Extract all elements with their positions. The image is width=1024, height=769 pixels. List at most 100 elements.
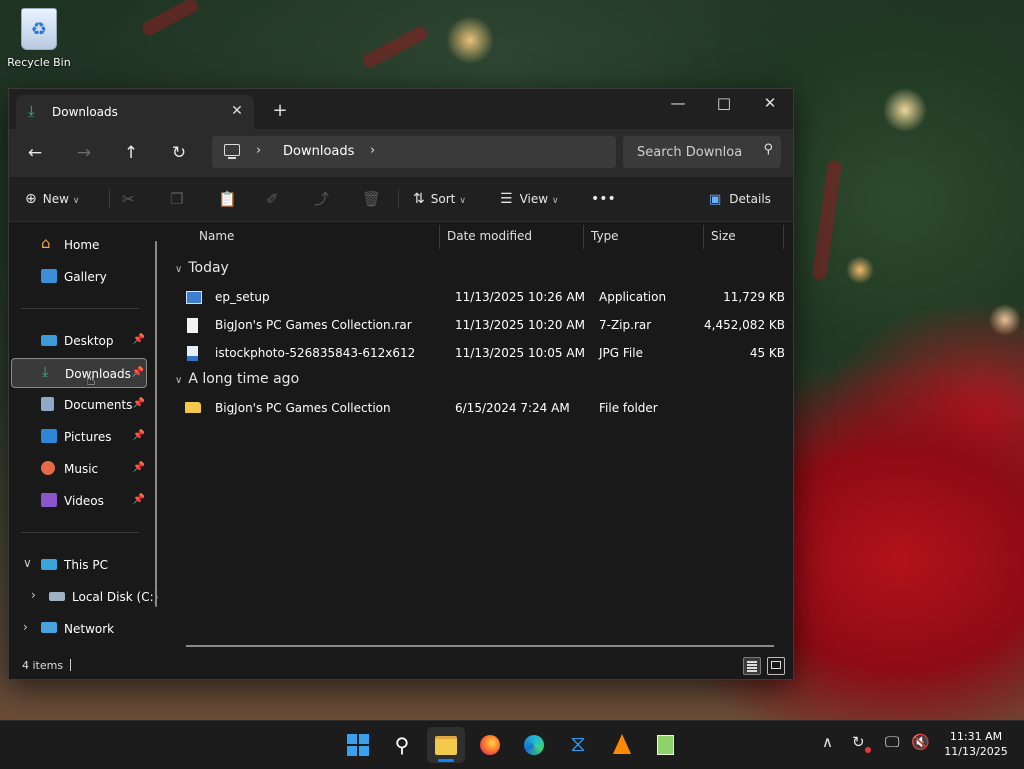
sidebar-item-gallery[interactable]: Gallery — [11, 262, 147, 292]
refresh-button[interactable]: ↻ — [164, 138, 194, 168]
column-divider[interactable] — [439, 225, 440, 249]
rename-button[interactable]: ✐ — [266, 185, 279, 213]
taskbar-vlc[interactable] — [603, 727, 641, 763]
file-date: 11/13/2025 10:05 AM — [455, 346, 585, 360]
details-button[interactable]: ▣ Details — [709, 185, 771, 213]
sidebar-item-local-disk[interactable]: › Local Disk (C:) — [19, 582, 159, 612]
sidebar-divider — [21, 308, 139, 309]
close-window-button[interactable]: ✕ — [747, 89, 793, 119]
details-view-icon[interactable] — [743, 657, 761, 675]
pin-icon[interactable]: 📌 — [133, 334, 145, 345]
chevron-right-icon[interactable]: › — [256, 143, 261, 158]
table-row[interactable]: BigJon's PC Games Collection 6/15/2024 7… — [183, 394, 783, 422]
search-input[interactable] — [623, 136, 757, 168]
sidebar-item-pictures[interactable]: Pictures 📌 — [11, 422, 147, 452]
sidebar-item-home[interactable]: ⌂ Home — [11, 230, 147, 260]
search-icon[interactable]: ⚲ — [763, 142, 773, 157]
system-clock[interactable]: 11:31 AM 11/13/2025 — [938, 729, 1014, 759]
more-options-button[interactable]: ••• — [591, 185, 616, 213]
back-button[interactable]: ← — [20, 138, 50, 168]
clock-time: 11:31 AM — [949, 730, 1003, 743]
column-header-date[interactable]: Date modified — [447, 222, 532, 250]
pin-icon[interactable]: 📌 — [133, 430, 145, 441]
this-pc-icon[interactable] — [224, 144, 240, 159]
sidebar-item-documents[interactable]: Documents 📌 — [11, 390, 147, 420]
new-button[interactable]: ⊕ New ∨ — [25, 185, 80, 213]
sidebar-item-music[interactable]: Music 📌 — [11, 454, 147, 484]
chevron-down-icon[interactable]: ∨ — [175, 375, 182, 386]
taskbar-firefox[interactable] — [471, 727, 509, 763]
tab-downloads[interactable]: ⤓ Downloads ✕ — [16, 95, 254, 129]
horizontal-scrollbar[interactable] — [186, 645, 774, 647]
chevron-right-icon[interactable]: › — [370, 143, 375, 158]
share-button[interactable]: ⤴ — [314, 185, 329, 213]
table-row[interactable]: ep_setup 11/13/2025 10:26 AM Application… — [183, 283, 785, 311]
group-label: Today — [188, 260, 229, 276]
sidebar-item-network[interactable]: › Network — [11, 614, 147, 644]
sidebar-item-label: Downloads — [65, 367, 131, 381]
taskbar-search-icon[interactable]: ⚲ — [383, 727, 421, 763]
wallpaper-decoration — [360, 24, 430, 70]
view-label: View — [519, 192, 549, 206]
new-tab-button[interactable]: + — [267, 98, 293, 124]
view-button[interactable]: ☰ View ∨ — [500, 185, 559, 213]
pin-icon[interactable]: 📌 — [133, 398, 145, 409]
sidebar-item-videos[interactable]: Videos 📌 — [11, 486, 147, 516]
column-header-name[interactable]: Name — [199, 222, 234, 250]
taskbar-notepad[interactable] — [647, 727, 685, 763]
pin-icon[interactable]: 📌 — [133, 462, 145, 473]
wallpaper-decoration — [811, 159, 843, 281]
up-button[interactable]: ↑ — [116, 138, 146, 168]
breadcrumb-downloads[interactable]: Downloads — [283, 144, 354, 159]
volume-muted-icon[interactable]: 🔇 — [911, 733, 930, 751]
start-button[interactable] — [339, 727, 377, 763]
plus-circle-icon: ⊕ — [25, 191, 37, 207]
search-box[interactable]: ⚲ — [623, 136, 781, 168]
sort-button[interactable]: ⇅ Sort ∨ — [413, 185, 466, 213]
network-status-icon[interactable]: 🖵 — [885, 733, 899, 751]
recycle-bin-label: Recycle Bin — [7, 56, 71, 69]
column-divider[interactable] — [703, 225, 704, 249]
maximize-button[interactable]: □ — [701, 89, 747, 119]
chevron-down-icon[interactable]: ∨ — [175, 264, 182, 275]
cut-button[interactable]: ✂ — [122, 185, 135, 213]
file-name: BigJon's PC Games Collection — [215, 401, 391, 415]
table-row[interactable]: BigJon's PC Games Collection.rar 11/13/2… — [183, 311, 785, 339]
image-file-icon — [187, 346, 198, 361]
sync-icon[interactable]: ↻ — [852, 733, 865, 751]
chevron-right-icon[interactable]: › — [31, 588, 36, 602]
table-row[interactable]: istockphoto-526835843-612x612 11/13/2025… — [183, 339, 785, 367]
sidebar-scrollbar[interactable] — [155, 241, 157, 607]
taskbar-vscode-icon[interactable]: ⧖ — [559, 727, 597, 763]
videos-icon — [41, 493, 57, 507]
chevron-down-icon[interactable]: ∨ — [23, 556, 32, 570]
pin-icon[interactable]: 📌 — [133, 494, 145, 505]
recycle-bin[interactable]: Recycle Bin — [6, 8, 72, 69]
show-hidden-icons-chevron-up-icon[interactable]: ∧ — [822, 733, 833, 751]
forward-button[interactable]: → — [69, 138, 99, 168]
sidebar-item-label: Pictures — [64, 430, 112, 444]
column-divider[interactable] — [783, 225, 784, 249]
minimize-button[interactable]: — — [655, 89, 701, 119]
sidebar-item-downloads[interactable]: ⤓ Downloads 📌 ☝ — [11, 358, 147, 389]
taskbar: ⚲ ⧖ ∧ ↻ 🖵 🔇 11:31 AM 11/13/2025 — [0, 720, 1024, 769]
column-header-size[interactable]: Size — [711, 222, 736, 250]
pin-icon[interactable]: 📌 — [132, 367, 144, 378]
group-header-long-time-ago[interactable]: ∨ A long time ago — [175, 371, 299, 387]
group-header-today[interactable]: ∨ Today — [175, 260, 229, 276]
chevron-right-icon[interactable]: › — [23, 620, 28, 634]
column-divider[interactable] — [583, 225, 584, 249]
copy-button[interactable]: ❐ — [170, 185, 183, 213]
delete-button[interactable]: 🗑 — [362, 185, 381, 213]
taskbar-file-explorer[interactable] — [427, 727, 465, 763]
taskbar-edge[interactable] — [515, 727, 553, 763]
close-tab-icon[interactable]: ✕ — [226, 100, 248, 122]
paste-button[interactable]: 📋 — [218, 185, 237, 213]
folder-icon — [185, 402, 201, 413]
sort-icon: ⇅ — [413, 191, 425, 207]
large-icons-view-icon[interactable] — [767, 657, 785, 675]
sidebar-item-this-pc[interactable]: ∨ This PC — [11, 550, 147, 580]
sidebar-item-desktop[interactable]: Desktop 📌 — [11, 326, 147, 356]
address-bar[interactable]: › Downloads › — [212, 136, 616, 168]
column-header-type[interactable]: Type — [591, 222, 619, 250]
